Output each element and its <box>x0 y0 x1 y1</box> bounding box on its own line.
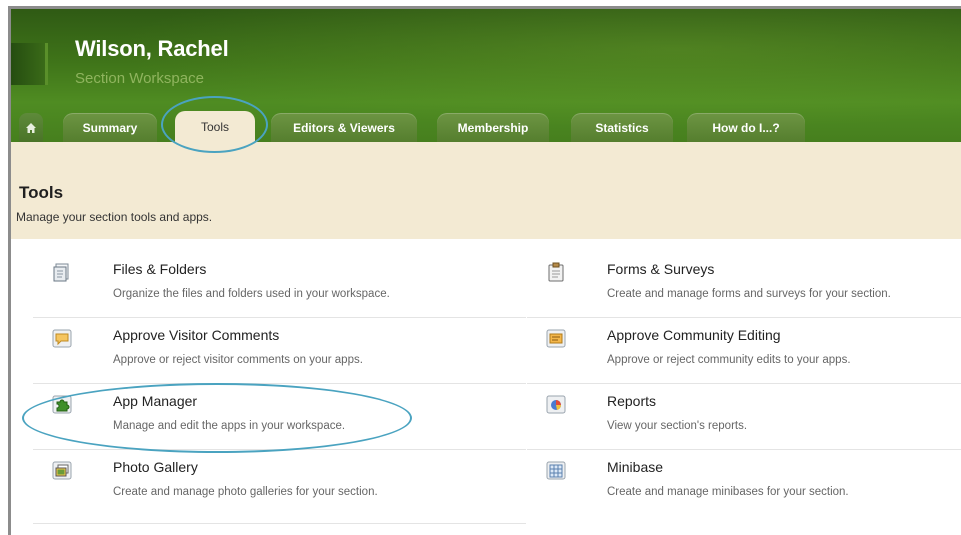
home-icon <box>26 122 36 133</box>
reports-icon <box>546 395 566 414</box>
workspace-header: Wilson, Rachel Section Workspace Summary… <box>11 9 961 142</box>
tool-title: Files & Folders <box>113 261 207 277</box>
workspace-window: Wilson, Rachel Section Workspace Summary… <box>8 6 961 535</box>
workspace-logo <box>11 43 48 85</box>
tab-membership[interactable]: Membership <box>437 113 549 142</box>
tool-approve-visitor-comments[interactable]: Approve Visitor Comments Approve or reje… <box>51 305 531 371</box>
gallery-icon <box>52 461 72 480</box>
workspace-owner-name: Wilson, Rachel <box>75 36 229 61</box>
tool-title: Forms & Surveys <box>607 261 715 277</box>
tool-forms-surveys[interactable]: Forms & Surveys Create and manage forms … <box>545 239 961 305</box>
tab-summary[interactable]: Summary <box>63 113 157 142</box>
tab-how-do-i[interactable]: How do I...? <box>687 113 805 142</box>
page-description: Manage your section tools and apps. <box>16 210 213 224</box>
tool-files-folders[interactable]: Files & Folders Organize the files and f… <box>51 239 531 305</box>
tab-home[interactable] <box>19 113 43 142</box>
tool-photo-gallery[interactable]: Photo Gallery Create and manage photo ga… <box>51 437 531 503</box>
tab-editors-viewers[interactable]: Editors & Viewers <box>271 113 417 142</box>
tool-approve-community-editing[interactable]: Approve Community Editing Approve or rej… <box>545 305 961 371</box>
forms-icon <box>548 262 564 282</box>
tool-app-manager[interactable]: App Manager Manage and edit the apps in … <box>51 371 531 437</box>
tool-title: Approve Community Editing <box>607 327 781 343</box>
tool-description: Create and manage photo galleries for yo… <box>113 486 378 498</box>
page-title: Tools <box>19 183 64 202</box>
tool-title: Minibase <box>607 459 664 475</box>
tool-description: Approve or reject visitor comments on yo… <box>113 354 363 366</box>
tool-description: Create and manage forms and surveys for … <box>607 288 891 300</box>
tool-minibase[interactable]: Minibase Create and manage minibases for… <box>545 437 961 503</box>
tab-tools[interactable]: Tools <box>175 111 255 142</box>
tab-bar: Summary Tools Editors & Viewers Membersh… <box>11 108 961 142</box>
tab-statistics[interactable]: Statistics <box>571 113 673 142</box>
minibase-icon <box>546 461 566 480</box>
workspace-subtitle: Section Workspace <box>75 70 204 87</box>
tool-description: Approve or reject community edits to you… <box>607 354 851 366</box>
row-divider <box>33 523 526 524</box>
tool-description: View your section's reports. <box>607 420 748 432</box>
community-edit-icon <box>546 329 566 348</box>
tool-description: Organize the files and folders used in y… <box>113 288 390 300</box>
puzzle-icon <box>52 395 72 414</box>
comments-icon <box>52 329 72 348</box>
files-icon <box>53 263 69 282</box>
section-header: Tools Manage your section tools and apps… <box>11 142 961 239</box>
tool-title: Photo Gallery <box>113 459 198 475</box>
tool-reports[interactable]: Reports View your section's reports. <box>545 371 961 437</box>
tool-title: Reports <box>607 393 657 409</box>
tool-title: Approve Visitor Comments <box>113 327 280 343</box>
tool-description: Manage and edit the apps in your workspa… <box>113 420 346 432</box>
tool-description: Create and manage minibases for your sec… <box>607 486 849 498</box>
tool-title: App Manager <box>113 393 198 409</box>
